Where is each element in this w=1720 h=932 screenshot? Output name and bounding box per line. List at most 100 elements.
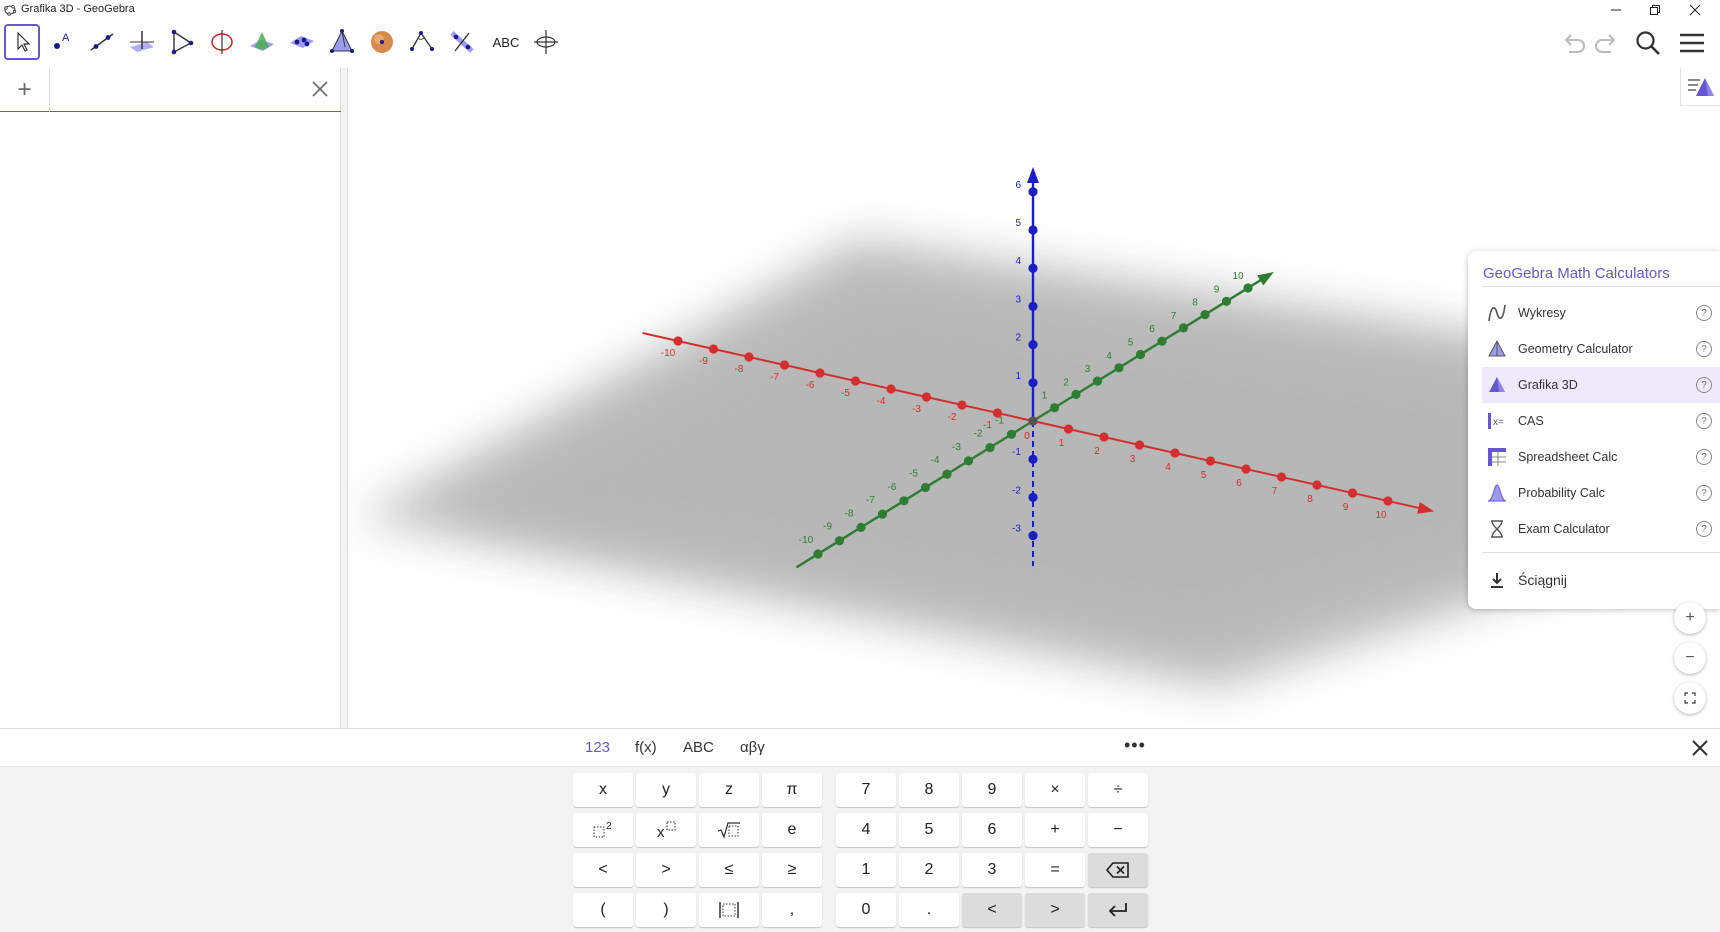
tab-123[interactable]: 123 xyxy=(585,739,610,756)
key-sqrt[interactable] xyxy=(699,813,759,847)
key-2[interactable]: 2 xyxy=(899,853,959,887)
key-0[interactable]: 0 xyxy=(836,893,896,927)
help-icon[interactable]: ? xyxy=(1696,413,1712,429)
x-axis-tick xyxy=(1134,440,1145,450)
add-item-button[interactable]: + xyxy=(0,68,50,112)
algebra-input-row[interactable]: + xyxy=(0,68,341,112)
key-open-paren[interactable]: ( xyxy=(573,893,633,927)
key-enter[interactable] xyxy=(1088,893,1148,927)
pyramid-tool[interactable] xyxy=(324,24,360,60)
tab-functions[interactable]: f(x) xyxy=(635,739,657,756)
key-8[interactable]: 8 xyxy=(899,773,959,807)
menu-item-spreadsheet[interactable]: Spreadsheet Calc ? xyxy=(1482,439,1720,475)
help-icon[interactable]: ? xyxy=(1696,521,1712,537)
key-divide[interactable]: ÷ xyxy=(1088,773,1148,807)
key-4[interactable]: 4 xyxy=(836,813,896,847)
menu-item-geometry[interactable]: Geometry Calculator ? xyxy=(1482,331,1720,367)
search-button[interactable] xyxy=(1632,25,1664,61)
help-icon[interactable]: ? xyxy=(1696,305,1712,321)
menu-item-wykresy[interactable]: Wykresy ? xyxy=(1482,295,1720,331)
perpendicular-tool[interactable] xyxy=(124,24,160,60)
x-axis-label: 10 xyxy=(1375,510,1387,521)
key-less-equal[interactable]: ≤ xyxy=(699,853,759,887)
menu-item-cas[interactable]: x= CAS ? xyxy=(1482,403,1720,439)
square-icon: 2 xyxy=(593,821,612,838)
toolbar: A ABC xyxy=(0,22,1720,68)
help-icon[interactable]: ? xyxy=(1696,377,1712,393)
menu-item-grafika-3d[interactable]: Grafika 3D ? xyxy=(1482,367,1720,403)
undo-button[interactable] xyxy=(1558,25,1590,61)
y-axis-label: 1 xyxy=(1042,391,1048,402)
main-menu-button[interactable] xyxy=(1676,25,1708,61)
key-e[interactable]: e xyxy=(762,813,822,847)
key-x[interactable]: x xyxy=(573,773,633,807)
tab-greek[interactable]: αβγ xyxy=(740,739,765,756)
plane-intersection-tool[interactable] xyxy=(244,24,280,60)
circle-axis-tool[interactable] xyxy=(204,24,240,60)
polygon-tool[interactable] xyxy=(164,24,200,60)
key-9[interactable]: 9 xyxy=(962,773,1022,807)
reflect-tool[interactable] xyxy=(444,24,480,60)
minimize-button[interactable] xyxy=(1598,0,1634,20)
key-multiply[interactable]: × xyxy=(1025,773,1085,807)
more-options-button[interactable]: ••• xyxy=(1124,735,1146,756)
key-backspace[interactable] xyxy=(1088,853,1148,887)
key-greater[interactable]: > xyxy=(636,853,696,887)
close-keyboard-icon[interactable] xyxy=(1690,738,1710,758)
x-axis-tick xyxy=(1099,432,1109,442)
zoom-out-button[interactable]: − xyxy=(1674,642,1706,674)
help-icon[interactable]: ? xyxy=(1696,449,1712,465)
key-5[interactable]: 5 xyxy=(899,813,959,847)
redo-button[interactable] xyxy=(1590,25,1622,61)
algebra-close-button[interactable] xyxy=(307,76,333,102)
menu-item-exam[interactable]: Exam Calculator ? xyxy=(1482,511,1720,547)
key-power[interactable]: x xyxy=(636,813,696,847)
view-splitter[interactable] xyxy=(341,68,348,728)
fullscreen-button[interactable] xyxy=(1674,682,1706,714)
plane-through-points-tool[interactable] xyxy=(284,24,320,60)
download-button[interactable]: Ściągnij xyxy=(1482,562,1720,598)
menu-item-probability[interactable]: Probability Calc ? xyxy=(1482,475,1720,511)
y-axis-tick xyxy=(1157,336,1167,346)
help-icon[interactable]: ? xyxy=(1696,485,1712,501)
key-pi[interactable]: π xyxy=(762,773,822,807)
sphere-tool[interactable] xyxy=(364,24,400,60)
style-bar-button[interactable] xyxy=(1680,68,1720,106)
text-tool[interactable]: ABC xyxy=(488,24,524,60)
key-3[interactable]: 3 xyxy=(962,853,1022,887)
key-square[interactable]: 2 xyxy=(573,813,633,847)
move-tool[interactable] xyxy=(4,24,40,60)
line-tool[interactable] xyxy=(84,24,120,60)
key-cursor-right[interactable]: > xyxy=(1025,893,1085,927)
key-1[interactable]: 1 xyxy=(836,853,896,887)
point-tool[interactable]: A xyxy=(44,24,80,60)
x-axis-label: -5 xyxy=(841,388,850,399)
y-axis-label: 10 xyxy=(1232,271,1244,282)
key-minus[interactable]: − xyxy=(1088,813,1148,847)
y-axis-label: -4 xyxy=(931,455,940,466)
key-less[interactable]: < xyxy=(573,853,633,887)
tab-abc[interactable]: ABC xyxy=(683,739,714,756)
y-axis-tick xyxy=(942,469,952,479)
key-plus[interactable]: + xyxy=(1025,813,1085,847)
key-7[interactable]: 7 xyxy=(836,773,896,807)
key-close-paren[interactable]: ) xyxy=(636,893,696,927)
key-abs[interactable] xyxy=(699,893,759,927)
x-axis-tick xyxy=(1276,472,1287,482)
angle-tool[interactable] xyxy=(404,24,440,60)
key-z[interactable]: z xyxy=(699,773,759,807)
key-cursor-left[interactable]: < xyxy=(962,893,1022,927)
polygon-icon xyxy=(171,29,194,55)
menu-item-label: Exam Calculator xyxy=(1518,522,1610,536)
close-window-button[interactable] xyxy=(1677,0,1713,20)
help-icon[interactable]: ? xyxy=(1696,341,1712,357)
key-6[interactable]: 6 xyxy=(962,813,1022,847)
key-y[interactable]: y xyxy=(636,773,696,807)
rotate-view-tool[interactable] xyxy=(528,24,564,60)
restore-button[interactable] xyxy=(1637,0,1673,20)
key-decimal[interactable]: . xyxy=(899,893,959,927)
key-equals[interactable]: = xyxy=(1025,853,1085,887)
zoom-in-button[interactable]: + xyxy=(1674,602,1706,634)
key-greater-equal[interactable]: ≥ xyxy=(762,853,822,887)
key-comma[interactable]: , xyxy=(762,893,822,927)
